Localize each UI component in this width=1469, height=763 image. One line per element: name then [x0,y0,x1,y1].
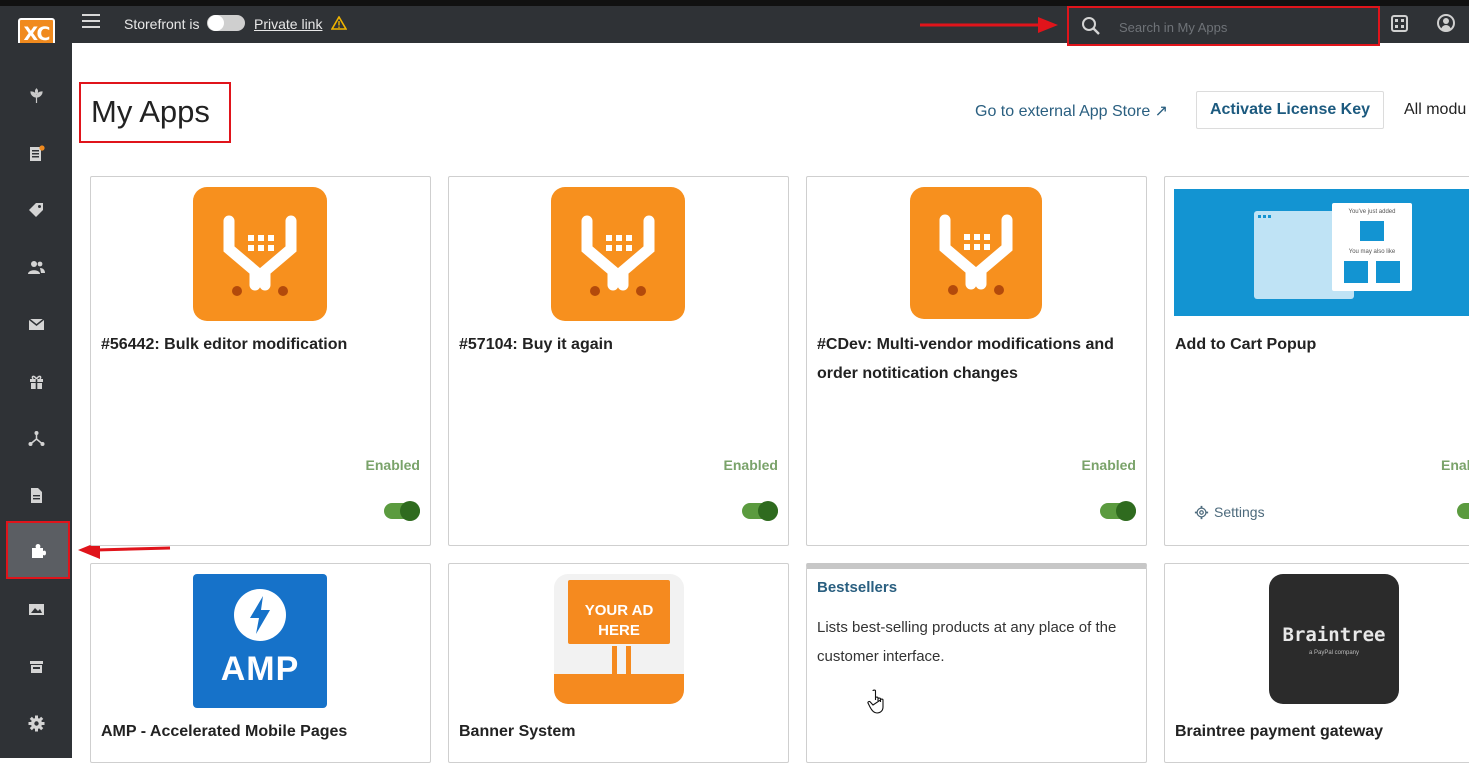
search-input[interactable] [1117,16,1351,38]
app-enable-toggle[interactable] [1100,501,1136,521]
sidebar-item-catalog[interactable] [0,187,72,233]
private-link[interactable]: Private link [254,16,322,32]
popup-also-like-text: You may also like [1348,249,1396,255]
network-icon [28,430,44,446]
all-modules-filter[interactable]: All modu [1404,101,1466,119]
sidebar-item-sales-channels[interactable] [0,415,72,461]
sidebar-item-my-apps[interactable] [6,521,70,579]
app-card-title[interactable]: AMP - Accelerated Mobile Pages [101,717,421,746]
app-enable-toggle[interactable] [1457,503,1469,519]
amp-app-icon: AMP [193,574,327,708]
app-enable-toggle[interactable] [384,501,420,521]
sidebar-item-users[interactable] [0,244,72,290]
app-card-buy-it-again[interactable]: #57104: Buy it again Enabled [448,176,789,546]
app-settings-link[interactable]: Settings [1194,504,1265,520]
sidebar-item-orders[interactable] [0,130,72,176]
warning-icon [331,16,347,30]
app-card-title[interactable]: #CDev: Multi-vendor modifications and or… [817,330,1127,388]
popup-added-text: You've just added [1348,209,1396,215]
app-card-amp[interactable]: AMP AMP - Accelerated Mobile Pages [90,563,431,763]
add-to-cart-popup-banner: You've just added You may also like [1174,189,1469,316]
app-card-add-to-cart-popup[interactable]: You've just added You may also like Add … [1164,176,1469,546]
app-status: Enal [1441,457,1469,473]
search-icon[interactable] [1081,16,1101,36]
document-icon [30,487,42,503]
banner-icon-text-2: HERE [598,622,640,639]
banner-icon-text-1: YOUR AD [584,602,654,619]
puzzle-icon [31,543,46,558]
app-card-bulk-editor[interactable]: #56442: Bulk editor modification Enabled [90,176,431,546]
page-title: My Apps [91,94,210,129]
envelope-icon [28,317,44,330]
gift-icon [29,375,43,389]
account-icon[interactable] [1437,14,1455,32]
orders-list-icon [29,144,45,161]
sidebar-item-dashboard[interactable] [0,73,72,119]
amp-icon-text: AMP [220,650,300,688]
sidebar-item-messages[interactable] [0,301,72,347]
sidebar-item-content[interactable] [0,472,72,518]
xcart-app-icon [551,187,685,321]
app-card-bestsellers[interactable]: Bestsellers Lists best-selling products … [806,563,1147,763]
hamburger-menu-icon[interactable] [82,14,100,28]
annotation-arrow-search [920,17,1058,33]
lightning-icon [234,589,286,641]
app-enable-toggle[interactable] [742,501,778,521]
gear-icon [28,715,44,731]
storefront-status-label: Storefront is [124,16,200,32]
app-card-multi-vendor[interactable]: #CDev: Multi-vendor modifications and or… [806,176,1147,546]
app-card-title[interactable]: #57104: Buy it again [459,330,779,359]
app-card-title[interactable]: Banner System [459,717,779,746]
tag-icon [28,202,43,217]
leaf-icon [29,87,43,103]
app-card-description: Lists best-selling products at any place… [817,619,1117,665]
sidebar [0,43,72,758]
hand-cursor-icon [867,689,884,714]
braintree-icon-text: Braintree [1282,624,1386,646]
gear-icon [1194,505,1209,519]
app-card-title[interactable]: #56442: Bulk editor modification [101,330,421,359]
xcart-app-icon [910,187,1042,319]
external-app-store-link[interactable]: Go to external App Store ↗ [975,101,1168,121]
app-card-title[interactable]: Bestsellers [817,579,897,596]
sidebar-item-promotions[interactable] [0,358,72,404]
braintree-icon-subtext: a PayPal company [1308,650,1360,656]
braintree-app-icon: Braintree a PayPal company [1269,574,1399,704]
app-card-banner-system[interactable]: YOUR AD HERE Banner System [448,563,789,763]
app-status: Enabled [1081,457,1136,473]
app-card-braintree[interactable]: Braintree a PayPal company Braintree pay… [1164,563,1469,763]
banner-app-icon: YOUR AD HERE [554,574,684,704]
app-status: Enabled [723,457,778,473]
search-box[interactable] [1067,6,1380,46]
image-icon [28,603,44,615]
apps-grid-icon[interactable] [1391,15,1408,32]
sidebar-item-store[interactable] [0,643,72,689]
store-icon [29,660,43,673]
settings-label: Settings [1214,504,1265,520]
activate-license-key-button[interactable]: Activate License Key [1196,91,1384,129]
storefront-toggle[interactable] [207,15,245,31]
app-card-title[interactable]: Braintree payment gateway [1175,717,1465,746]
app-status: Enabled [365,457,420,473]
app-card-title[interactable]: Add to Cart Popup [1175,330,1465,359]
users-icon [27,260,45,274]
sidebar-item-images[interactable] [0,586,72,632]
xcart-app-icon [193,187,327,321]
sidebar-item-settings[interactable] [0,700,72,746]
